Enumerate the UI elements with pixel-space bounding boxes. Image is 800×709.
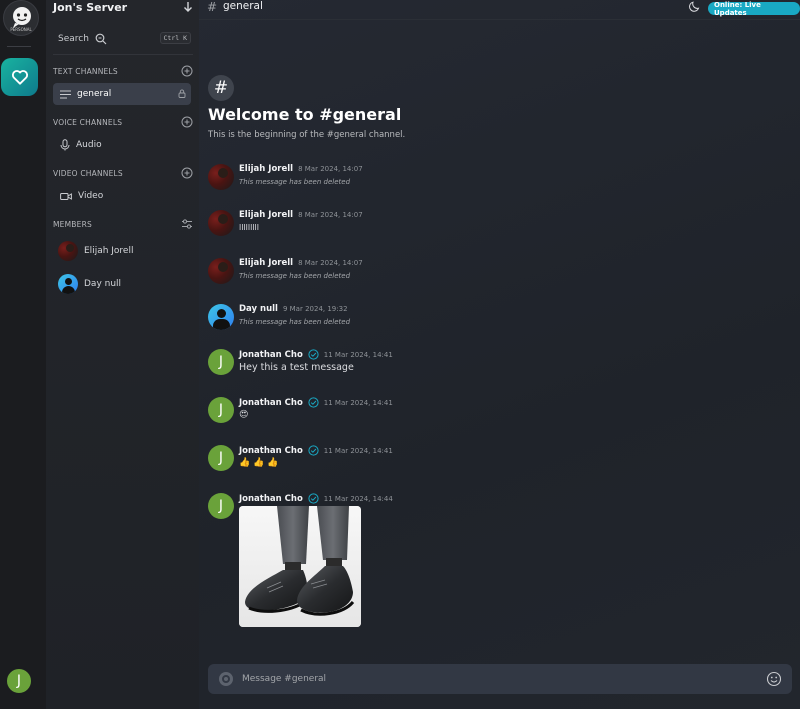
message-composer — [208, 664, 792, 694]
message-content: 👍 👍 👍 — [239, 458, 279, 468]
message-timestamp: 11 Mar 2024, 14:41 — [323, 446, 393, 455]
logo-text: PERSONAL — [10, 27, 32, 32]
message-timestamp: 8 Mar 2024, 14:07 — [298, 211, 363, 219]
server-name: Jon's Server — [53, 0, 128, 14]
author-avatar[interactable]: J — [208, 349, 234, 375]
author-avatar[interactable]: J — [208, 397, 234, 423]
lock-icon — [178, 89, 186, 98]
video-camera-icon — [60, 192, 72, 200]
add-text-channel-icon[interactable] — [181, 65, 193, 77]
section-title-text: Text channels — [53, 66, 118, 76]
message-timestamp: 11 Mar 2024, 14:44 — [323, 494, 393, 503]
channel-title: general — [223, 0, 263, 12]
channel-video[interactable]: Video — [53, 185, 191, 207]
message-author[interactable]: Jonathan Cho — [239, 494, 303, 504]
section-title-video: Video channels — [53, 168, 123, 178]
search-shortcut: Ctrl K — [159, 32, 191, 44]
arrow-down-icon[interactable] — [183, 1, 193, 13]
message-author[interactable]: Jonathan Cho — [239, 446, 303, 456]
search-button[interactable]: Search Ctrl K — [53, 30, 193, 48]
channel-label: Audio — [76, 140, 102, 150]
search-label: Search — [58, 34, 89, 44]
channel-label: Video — [78, 191, 104, 201]
heart-icon — [11, 70, 28, 85]
member-name: Elijah Jorell — [84, 246, 134, 256]
section-title-members: Members — [53, 219, 92, 229]
add-voice-channel-icon[interactable] — [181, 116, 193, 128]
user-avatar[interactable]: J — [5, 667, 33, 695]
search-icon — [95, 33, 107, 45]
message-timestamp: 8 Mar 2024, 14:07 — [298, 165, 363, 173]
message-author[interactable]: Day null — [239, 304, 278, 314]
member-avatar — [58, 241, 78, 261]
verified-icon — [308, 493, 319, 504]
add-video-channel-icon[interactable] — [181, 167, 193, 179]
rail-divider — [7, 46, 31, 47]
author-avatar[interactable] — [208, 164, 234, 190]
channel-sidebar: Jon's Server Search Ctrl K Text channels… — [46, 0, 199, 709]
author-avatar[interactable] — [208, 258, 234, 284]
chat-main: # general Online: Live Updates # Welcome… — [199, 0, 800, 709]
verified-icon — [308, 445, 319, 456]
message-timestamp: 11 Mar 2024, 14:41 — [323, 350, 393, 359]
members-section: Members — [53, 218, 193, 230]
verified-icon — [308, 397, 319, 408]
voice-channels-section: Voice channels — [53, 116, 193, 128]
settings-sliders-icon[interactable] — [181, 218, 193, 230]
server-rail: PERSONAL J — [0, 0, 46, 709]
member-item[interactable]: Elijah Jorell — [58, 240, 188, 262]
message-author[interactable]: Elijah Jorell — [239, 210, 293, 220]
channel-label: general — [77, 89, 112, 99]
message-author[interactable]: Elijah Jorell — [239, 258, 293, 268]
welcome-subtitle: This is the beginning of the #general ch… — [208, 130, 406, 140]
emoji-picker-icon[interactable] — [766, 671, 782, 687]
message-timestamp: 9 Mar 2024, 19:32 — [282, 305, 348, 313]
moon-icon[interactable] — [689, 0, 701, 12]
image-attachment[interactable] — [239, 506, 361, 627]
welcome-hash-icon: # — [208, 75, 234, 101]
app-logo[interactable]: PERSONAL — [3, 0, 39, 36]
message-content: lllllllll — [239, 223, 260, 232]
welcome-title: Welcome to #general — [208, 105, 402, 124]
hash-icon: # — [207, 0, 218, 14]
section-title-voice: Voice channels — [53, 117, 123, 127]
attach-plus-icon[interactable] — [218, 671, 234, 687]
author-avatar[interactable]: J — [208, 445, 234, 471]
server-icon-button[interactable] — [1, 58, 38, 96]
message-content: Hey this a test message — [239, 362, 354, 373]
author-avatar[interactable] — [208, 210, 234, 236]
message-content: This message has been deleted — [239, 272, 351, 280]
member-avatar — [58, 274, 78, 294]
chat-header: # general Online: Live Updates — [199, 0, 800, 20]
message-author[interactable]: Elijah Jorell — [239, 164, 293, 174]
channel-general[interactable]: general — [53, 83, 191, 105]
user-initial: J — [16, 673, 22, 689]
text-channel-icon — [60, 89, 71, 99]
verified-icon — [308, 349, 319, 360]
message-content: This message has been deleted — [239, 318, 351, 326]
member-name: Day null — [84, 279, 122, 289]
message-author[interactable]: Jonathan Cho — [239, 350, 303, 360]
message-author[interactable]: Jonathan Cho — [239, 398, 303, 408]
channel-audio[interactable]: Audio — [53, 134, 191, 156]
author-avatar[interactable]: J — [208, 493, 234, 519]
message-content: 😍 — [239, 410, 249, 420]
shoes-image-icon — [239, 506, 361, 627]
message-timestamp: 11 Mar 2024, 14:41 — [323, 398, 393, 407]
member-item[interactable]: Day null — [58, 273, 188, 295]
live-status-badge: Online: Live Updates — [708, 1, 800, 17]
sidebar-divider — [53, 54, 193, 55]
message-content: This message has been deleted — [239, 178, 351, 186]
text-channels-section: Text channels — [53, 65, 193, 77]
message-input[interactable] — [242, 671, 752, 687]
server-header[interactable]: Jon's Server — [53, 0, 193, 14]
video-channels-section: Video channels — [53, 167, 193, 179]
message-timestamp: 8 Mar 2024, 14:07 — [298, 259, 363, 267]
microphone-icon — [60, 139, 70, 151]
author-avatar[interactable] — [208, 304, 234, 330]
